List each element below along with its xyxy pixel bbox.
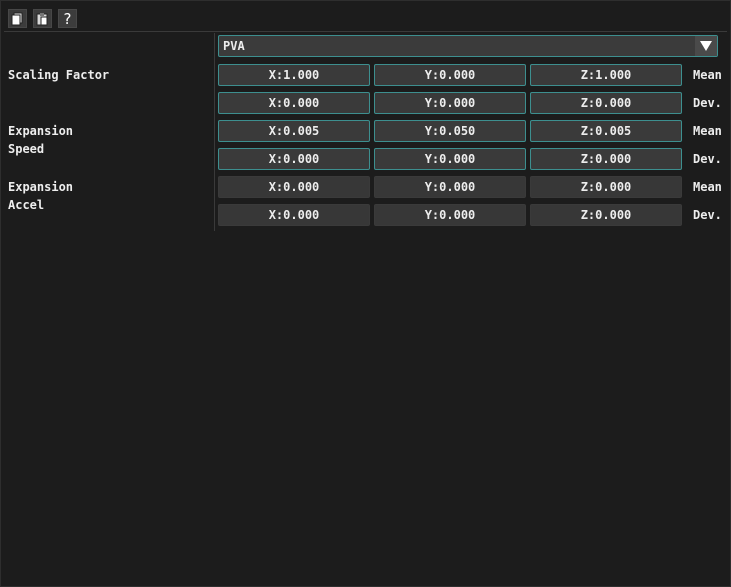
speed-dev-label: Dev.	[693, 152, 722, 166]
speed-mean-z-field[interactable]: Z:0.005	[530, 120, 682, 142]
toolbar-divider	[4, 31, 727, 32]
scaling-dev-z-field[interactable]: Z:0.000	[530, 92, 682, 114]
expansion-speed-label: Expansion Speed	[8, 124, 74, 156]
speed-mean-label: Mean	[693, 124, 722, 138]
accel-dev-label: Dev.	[693, 208, 722, 222]
speed-dev-x-field[interactable]: X:0.000	[218, 148, 370, 170]
accel-mean-x-field[interactable]: X:0.000	[218, 176, 370, 198]
speed-dev-z-field[interactable]: Z:0.000	[530, 148, 682, 170]
scaling-factor-label: Scaling Factor	[8, 68, 110, 82]
column-divider	[214, 33, 215, 231]
chevron-down-icon[interactable]	[695, 36, 717, 56]
accel-mean-y-field[interactable]: Y:0.000	[374, 176, 526, 198]
paste-button[interactable]	[33, 9, 52, 28]
help-icon: ?	[63, 9, 72, 28]
mode-dropdown-value: PVA	[223, 39, 245, 53]
copy-button[interactable]	[8, 9, 27, 28]
speed-mean-x-field[interactable]: X:0.005	[218, 120, 370, 142]
scaling-mean-label: Mean	[693, 68, 722, 82]
toolbar: ?	[8, 9, 77, 28]
scaling-dev-label: Dev.	[693, 96, 722, 110]
accel-mean-z-field[interactable]: Z:0.000	[530, 176, 682, 198]
expansion-accel-label: Expansion Accel	[8, 180, 74, 212]
speed-dev-y-field[interactable]: Y:0.000	[374, 148, 526, 170]
scaling-mean-z-field[interactable]: Z:1.000	[530, 64, 682, 86]
panel-frame	[0, 0, 731, 587]
scaling-dev-x-field[interactable]: X:0.000	[218, 92, 370, 114]
accel-dev-y-field[interactable]: Y:0.000	[374, 204, 526, 226]
help-button[interactable]: ?	[58, 9, 77, 28]
copy-icon	[11, 12, 24, 26]
paste-icon	[36, 12, 49, 26]
accel-dev-x-field[interactable]: X:0.000	[218, 204, 370, 226]
scaling-mean-x-field[interactable]: X:1.000	[218, 64, 370, 86]
accel-mean-label: Mean	[693, 180, 722, 194]
accel-dev-z-field[interactable]: Z:0.000	[530, 204, 682, 226]
speed-mean-y-field[interactable]: Y:0.050	[374, 120, 526, 142]
scaling-mean-y-field[interactable]: Y:0.000	[374, 64, 526, 86]
scaling-dev-y-field[interactable]: Y:0.000	[374, 92, 526, 114]
mode-dropdown[interactable]: PVA	[218, 35, 718, 57]
